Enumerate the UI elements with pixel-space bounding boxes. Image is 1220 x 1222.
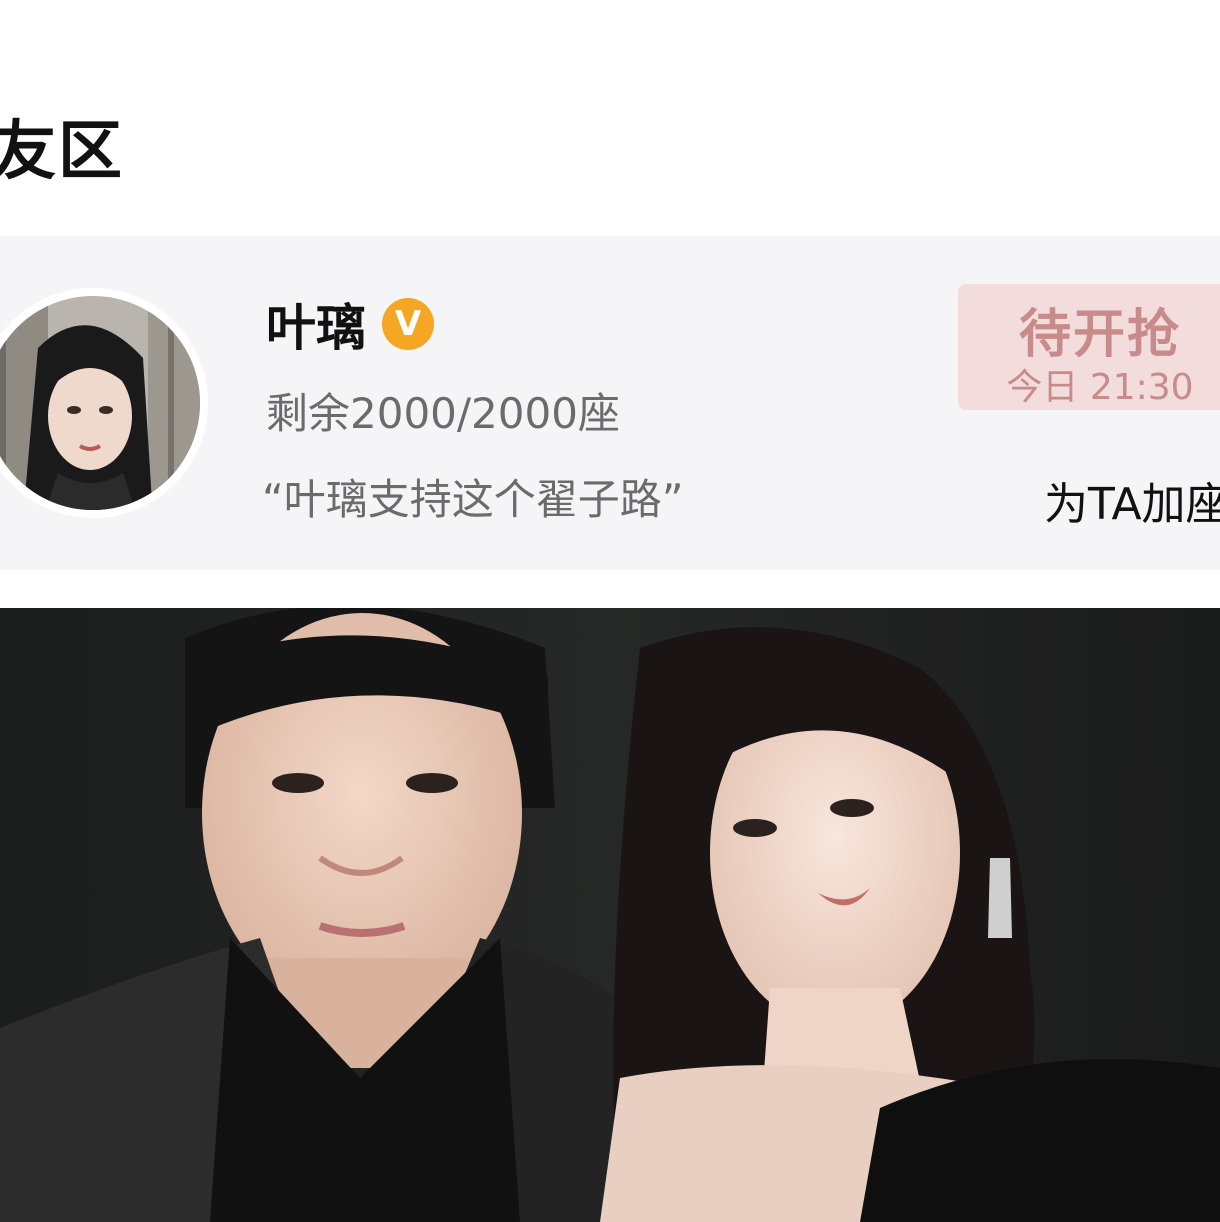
grab-button-time: 今日 21:30 — [1006, 367, 1194, 408]
avatar[interactable] — [0, 288, 208, 518]
grab-button-label: 待开抢 — [1018, 305, 1181, 365]
seat-card[interactable]: 叶璃 V 剩余2000/2000座 “叶璃支持这个翟子路” 待开抢 今日 21:… — [0, 236, 1220, 570]
section-title: 友区 — [0, 115, 124, 189]
seat-count: 剩余2000/2000座 — [266, 389, 620, 438]
cover-photo-image — [0, 608, 1220, 1222]
verified-icon: V — [382, 298, 434, 350]
add-seat-link[interactable]: 为TA加座 — [1044, 468, 1220, 532]
page: 友区 叶璃 V 剩余2000/2000座 “叶璃支持这个翟子路” 待开抢 今日 … — [0, 0, 1220, 1222]
grab-seat-button[interactable]: 待开抢 今日 21:30 — [958, 284, 1220, 410]
name-row: 叶璃 V — [266, 294, 434, 357]
avatar-photo — [0, 288, 208, 518]
quote-text: “叶璃支持这个翟子路” — [262, 475, 684, 524]
cover-photo — [0, 608, 1220, 1222]
user-name[interactable]: 叶璃 — [266, 288, 366, 360]
